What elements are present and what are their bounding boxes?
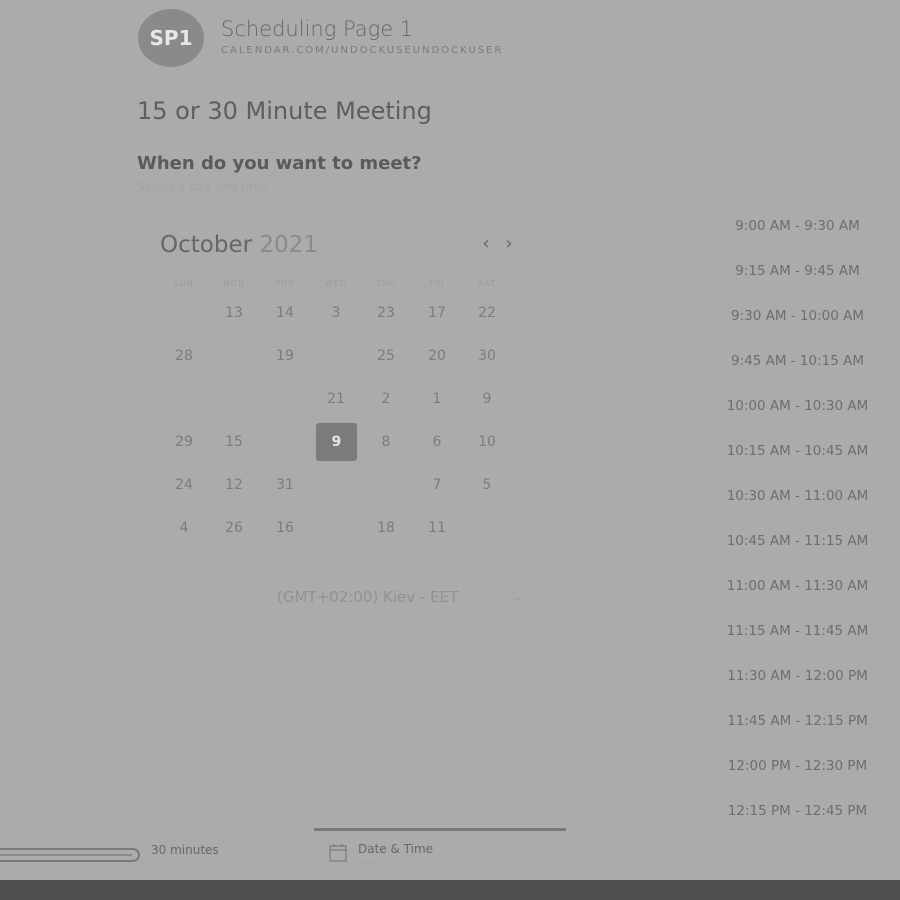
time-slot-button[interactable]: 11:45 AM - 12:15 PM bbox=[720, 706, 875, 736]
weekday-header: FRI bbox=[429, 279, 445, 288]
calendar-day[interactable]: 3 bbox=[316, 294, 356, 332]
calendar-day[interactable]: 2 bbox=[366, 380, 406, 418]
calendar-day[interactable]: 17 bbox=[417, 294, 457, 332]
meeting-title: 15 or 30 Minute Meeting bbox=[137, 97, 432, 125]
calendar-day[interactable]: 26 bbox=[214, 509, 254, 547]
calendar-day[interactable]: 29 bbox=[164, 423, 204, 461]
time-slot-button[interactable]: 11:00 AM - 11:30 AM bbox=[720, 571, 875, 601]
time-slot-button[interactable]: 12:15 PM - 12:45 PM bbox=[720, 796, 875, 826]
calendar-day[interactable]: 11 bbox=[417, 509, 457, 547]
meeting-question: When do you want to meet? bbox=[137, 153, 422, 174]
prev-month-button[interactable]: ‹ bbox=[478, 234, 494, 254]
time-slot-button[interactable]: 11:30 AM - 12:00 PM bbox=[720, 661, 875, 691]
time-slot-button[interactable]: 10:00 AM - 10:30 AM bbox=[720, 391, 875, 421]
calendar-day[interactable]: 15 bbox=[214, 423, 254, 461]
calendar-day[interactable]: 9 bbox=[467, 380, 507, 418]
avatar: SP1 bbox=[138, 9, 204, 67]
time-slot-button[interactable]: 11:15 AM - 11:45 AM bbox=[720, 616, 875, 646]
calendar-icon bbox=[329, 844, 347, 862]
calendar-day[interactable]: 1 bbox=[417, 380, 457, 418]
calendar-day[interactable]: 23 bbox=[366, 294, 406, 332]
calendar-day[interactable]: 30 bbox=[467, 337, 507, 375]
step-datetime-sub: WHEN bbox=[358, 859, 387, 868]
weekday-header: WED bbox=[324, 279, 348, 288]
calendar-day[interactable]: 16 bbox=[265, 509, 305, 547]
time-slot-button[interactable]: 10:45 AM - 11:15 AM bbox=[720, 526, 875, 556]
step-datetime-label[interactable]: Date & Time bbox=[358, 842, 433, 856]
chevron-down-icon[interactable]: ⌄ bbox=[511, 588, 523, 605]
calendar-year: 2021 bbox=[259, 232, 318, 258]
calendar-day[interactable]: 6 bbox=[417, 423, 457, 461]
calendar-day[interactable]: 20 bbox=[417, 337, 457, 375]
calendar-day[interactable]: 22 bbox=[467, 294, 507, 332]
active-step-indicator bbox=[314, 828, 566, 831]
time-slot-button[interactable]: 12:00 PM - 12:30 PM bbox=[720, 751, 875, 781]
calendar-day[interactable]: 18 bbox=[366, 509, 406, 547]
weekday-header: THU bbox=[376, 279, 396, 288]
meeting-subtext: Select a day and time bbox=[137, 180, 269, 194]
chevron-right-icon: › bbox=[505, 233, 513, 254]
calendar-day[interactable]: 21 bbox=[316, 380, 356, 418]
weekday-header: TUE bbox=[275, 279, 295, 288]
time-slot-button[interactable]: 9:15 AM - 9:45 AM bbox=[720, 256, 875, 286]
weekday-header: SUN bbox=[174, 279, 194, 288]
step-duration-sub: HOW LONG bbox=[151, 860, 205, 869]
bottom-bar bbox=[0, 880, 900, 900]
calendar-day[interactable]: 28 bbox=[164, 337, 204, 375]
calendar-day[interactable]: 19 bbox=[265, 337, 305, 375]
next-month-button[interactable]: › bbox=[501, 234, 517, 254]
calendar-day[interactable]: 31 bbox=[265, 466, 305, 504]
calendar-month: October bbox=[160, 232, 253, 258]
time-slot-button[interactable]: 9:00 AM - 9:30 AM bbox=[720, 211, 875, 241]
weekday-header: SAT bbox=[478, 279, 496, 288]
chevron-left-icon: ‹ bbox=[482, 233, 490, 254]
calendar-day-selected[interactable]: 9 bbox=[316, 423, 357, 461]
calendar-day[interactable]: 10 bbox=[467, 423, 507, 461]
calendar-day[interactable]: 7 bbox=[417, 466, 457, 504]
weekday-header: MON bbox=[222, 279, 246, 288]
time-slot-button[interactable]: 9:45 AM - 10:15 AM bbox=[720, 346, 875, 376]
calendar-day[interactable]: 12 bbox=[214, 466, 254, 504]
timezone-select[interactable]: (GMT+02:00) Kiev - EET bbox=[277, 588, 458, 606]
calendar-day[interactable]: 24 bbox=[164, 466, 204, 504]
step-duration-label[interactable]: 30 minutes bbox=[151, 843, 219, 857]
calendar-day[interactable]: 4 bbox=[164, 509, 204, 547]
time-slot-button[interactable]: 10:30 AM - 11:00 AM bbox=[720, 481, 875, 511]
duration-progress-bar bbox=[0, 848, 140, 862]
calendar-day[interactable]: 14 bbox=[265, 294, 305, 332]
time-slot-button[interactable]: 9:30 AM - 10:00 AM bbox=[720, 301, 875, 331]
calendar-month-label: October 2021 bbox=[160, 232, 318, 258]
calendar-day[interactable]: 5 bbox=[467, 466, 507, 504]
page-url[interactable]: CALENDAR.COM/UNDOCKUSEUNDOCKUSER bbox=[221, 45, 503, 56]
calendar-day[interactable]: 25 bbox=[366, 337, 406, 375]
calendar-day[interactable]: 13 bbox=[214, 294, 254, 332]
time-slot-button[interactable]: 10:15 AM - 10:45 AM bbox=[720, 436, 875, 466]
page-title: Scheduling Page 1 bbox=[221, 17, 414, 41]
calendar-day[interactable]: 8 bbox=[366, 423, 406, 461]
